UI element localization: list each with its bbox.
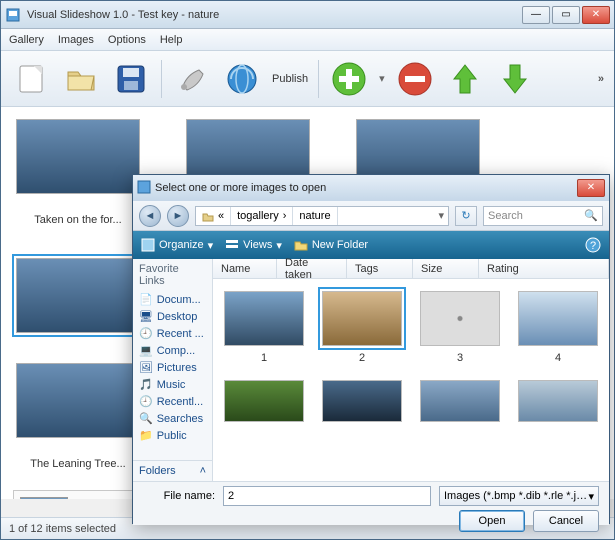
thumbnail-item[interactable]: Taken on the for... (13, 119, 143, 226)
search-placeholder: Search (488, 210, 523, 222)
search-icon: 🔍 (584, 209, 598, 222)
col-name[interactable]: Name (213, 259, 277, 278)
remove-button[interactable] (395, 59, 435, 99)
move-down-button[interactable] (495, 59, 535, 99)
move-up-button[interactable] (445, 59, 485, 99)
favorites-header: Favorite Links (133, 259, 212, 291)
favorite-link[interactable]: 🕘Recent ... (133, 325, 212, 342)
titlebar: Visual Slideshow 1.0 - Test key - nature… (1, 1, 614, 29)
favorite-link[interactable]: 🎵Music (133, 376, 212, 393)
menu-gallery[interactable]: Gallery (9, 34, 44, 46)
save-button[interactable] (111, 59, 151, 99)
thumbnail-caption: Taken on the for... (13, 214, 143, 226)
favorite-link[interactable]: 💻Comp... (133, 342, 212, 359)
help-button[interactable]: ? (585, 237, 601, 253)
publish-label: Publish (272, 73, 308, 85)
thumbnail-image (16, 119, 140, 194)
window-title: Visual Slideshow 1.0 - Test key - nature (27, 9, 522, 21)
window-controls: — ▭ ✕ (522, 6, 610, 24)
svg-text:?: ? (590, 240, 596, 252)
dialog-titlebar: Select one or more images to open ✕ (133, 175, 609, 201)
favorite-link[interactable]: 🔍Searches (133, 410, 212, 427)
dialog-body: Favorite Links 📄Docum... 🖥Desktop 🕘Recen… (133, 259, 609, 481)
dialog-close-button[interactable]: ✕ (577, 179, 605, 197)
filetype-filter[interactable]: Images (*.bmp *.dib *.rle *.jpg *▾ (439, 486, 599, 506)
file-panel: Name Date taken Tags Size Rating 1 2 3 4 (213, 259, 609, 481)
breadcrumb[interactable]: « togallery › nature ▾ (195, 206, 449, 226)
dialog-nav: ◄ ► « togallery › nature ▾ ↻ Search 🔍 (133, 201, 609, 231)
col-rating[interactable]: Rating (479, 259, 609, 278)
filename-label: File name: (143, 490, 215, 502)
favorite-link[interactable]: 🖥Desktop (133, 308, 212, 325)
dialog-footer: File name: Images (*.bmp *.dib *.rle *.j… (133, 481, 609, 525)
favorite-link[interactable]: 🖼Pictures (133, 359, 212, 376)
organize-button[interactable]: Organize ▾ (141, 238, 213, 252)
thumbnail-image (16, 363, 140, 438)
minimize-button[interactable]: — (522, 6, 550, 24)
favorites-list: 📄Docum... 🖥Desktop 🕘Recent ... 💻Comp... … (133, 291, 212, 460)
toolbar: Publish ▾ » (1, 51, 614, 107)
search-input[interactable]: Search 🔍 (483, 206, 603, 226)
file-item[interactable] (317, 380, 407, 422)
favorite-link[interactable]: 📁Public (133, 427, 212, 444)
close-button[interactable]: ✕ (582, 6, 610, 24)
open-folder-button[interactable] (61, 59, 101, 99)
nav-back-button[interactable]: ◄ (139, 205, 161, 227)
file-item[interactable]: 3 (415, 291, 505, 364)
file-item[interactable] (415, 380, 505, 422)
properties-text: Sanity Ca Interestin (78, 497, 126, 499)
file-open-dialog: Select one or more images to open ✕ ◄ ► … (132, 174, 610, 524)
filename-input[interactable] (223, 486, 431, 506)
file-item[interactable]: 2 (317, 291, 407, 364)
dialog-title: Select one or more images to open (155, 182, 577, 194)
cancel-button[interactable]: Cancel (533, 510, 599, 532)
nav-forward-button[interactable]: ► (167, 205, 189, 227)
toolbar-overflow-icon[interactable]: » (598, 73, 604, 85)
file-item[interactable]: 4 (513, 291, 603, 364)
breadcrumb-seg2[interactable]: nature (299, 210, 330, 222)
new-page-button[interactable] (11, 59, 51, 99)
publish-button[interactable] (222, 59, 262, 99)
add-button[interactable] (329, 59, 369, 99)
app-icon (5, 7, 21, 23)
refresh-button[interactable]: ↻ (455, 206, 477, 226)
favorite-link[interactable]: 📄Docum... (133, 291, 212, 308)
add-dropdown-icon[interactable]: ▾ (379, 72, 385, 85)
thumbnail-caption: The Leaning Tree... (13, 458, 143, 470)
properties-thumbnail (20, 497, 68, 499)
breadcrumb-seg1[interactable]: togallery (237, 210, 279, 222)
col-date[interactable]: Date taken (277, 259, 347, 278)
menu-images[interactable]: Images (58, 34, 94, 46)
favorites-panel: Favorite Links 📄Docum... 🖥Desktop 🕘Recen… (133, 259, 213, 481)
new-folder-button[interactable]: New Folder (294, 238, 368, 252)
file-grid: 1 2 3 4 (213, 279, 609, 481)
favorite-link[interactable]: 🕘Recentl... (133, 393, 212, 410)
status-text: 1 of 12 items selected (9, 523, 116, 535)
thumbnail-item[interactable]: The Leaning Tree... (13, 363, 143, 470)
views-button[interactable]: Views ▾ (225, 238, 282, 252)
open-button[interactable]: Open (459, 510, 525, 532)
menu-help[interactable]: Help (160, 34, 183, 46)
properties-line1: Sanity Ca (78, 497, 126, 499)
file-item[interactable]: 1 (219, 291, 309, 364)
dialog-app-icon (137, 180, 151, 197)
col-tags[interactable]: Tags (347, 259, 413, 278)
column-header: Name Date taken Tags Size Rating (213, 259, 609, 279)
thumbnail-item[interactable] (13, 258, 143, 333)
menu-options[interactable]: Options (108, 34, 146, 46)
menubar: Gallery Images Options Help (1, 29, 614, 51)
file-item[interactable] (219, 380, 309, 422)
col-size[interactable]: Size (413, 259, 479, 278)
settings-button[interactable] (172, 59, 212, 99)
folders-toggle[interactable]: Folders˄ (133, 460, 212, 481)
dialog-toolbar: Organize ▾ Views ▾ New Folder ? (133, 231, 609, 259)
file-item[interactable] (513, 380, 603, 422)
maximize-button[interactable]: ▭ (552, 6, 580, 24)
thumbnail-image (16, 258, 140, 333)
